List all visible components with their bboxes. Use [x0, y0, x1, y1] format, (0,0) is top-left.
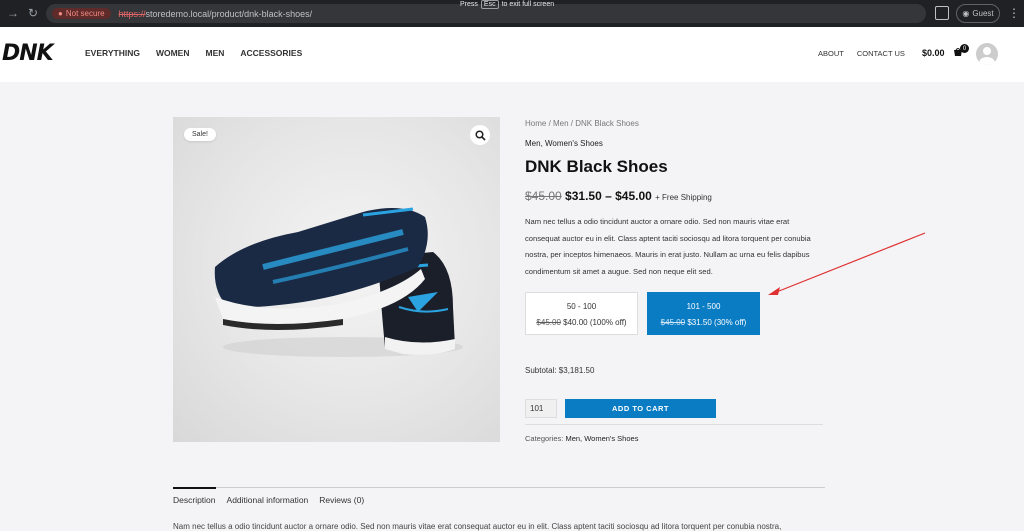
- nav-about[interactable]: ABOUT: [818, 49, 844, 58]
- avatar[interactable]: [976, 43, 998, 65]
- add-to-cart-button[interactable]: ADD TO CART: [565, 399, 716, 418]
- quantity-input[interactable]: [525, 399, 557, 418]
- main-nav: EVERYTHING WOMEN MEN ACCESSORIES: [85, 48, 302, 58]
- product-tabs: Description Additional information Revie…: [173, 487, 364, 505]
- more-menu-icon[interactable]: ⋮: [1008, 6, 1020, 20]
- browser-toolbar: → ↻ ● Not secure https://storedemo.local…: [0, 0, 1024, 27]
- tier-old-price: $45.00: [536, 318, 561, 327]
- zoom-button[interactable]: [470, 125, 490, 145]
- product-image[interactable]: Sale!: [173, 117, 500, 442]
- side-panel-icon[interactable]: [935, 6, 949, 20]
- url-text[interactable]: https://storedemo.local/product/dnk-blac…: [119, 9, 313, 19]
- nav-women[interactable]: WOMEN: [156, 48, 190, 58]
- secondary-nav: ABOUT CONTACT US: [818, 49, 905, 58]
- tier-new-price: $40.00 (100% off): [563, 318, 627, 327]
- tier-range: 50 - 100: [566, 302, 597, 311]
- annotation-arrow: [768, 232, 926, 295]
- tier-price: $45.00 $31.50 (30% off): [648, 318, 759, 327]
- divider: [525, 424, 823, 425]
- sale-badge: Sale!: [184, 128, 216, 141]
- shipping-note: + Free Shipping: [655, 193, 712, 202]
- shoe-illustration: [214, 207, 463, 357]
- subtotal: Subtotal: $3,181.50: [525, 366, 595, 375]
- tab-reviews[interactable]: Reviews (0): [319, 495, 364, 505]
- warning-icon: ●: [58, 9, 63, 18]
- person-icon: ◉: [962, 9, 970, 18]
- tier-option-50-100[interactable]: 50 - 100 $45.00 $40.00 (100% off): [525, 292, 638, 335]
- site-logo[interactable]: DNK: [2, 41, 54, 66]
- nav-everything[interactable]: EVERYTHING: [85, 48, 140, 58]
- tier-old-price: $45.00: [660, 318, 686, 327]
- tab-additional-information[interactable]: Additional information: [227, 495, 309, 505]
- nav-contact-us[interactable]: CONTACT US: [857, 49, 905, 58]
- tier-price: $45.00 $40.00 (100% off): [526, 318, 637, 327]
- tier-range: 101 - 500: [686, 302, 721, 311]
- product-price: $45.00 $31.50 – $45.00 + Free Shipping: [525, 189, 712, 203]
- tab-description[interactable]: Description: [173, 487, 216, 505]
- old-price: $45.00: [525, 189, 562, 203]
- search-icon: [474, 129, 486, 141]
- price-range: $31.50 – $45.00: [565, 189, 652, 203]
- breadcrumb[interactable]: Home / Men / DNK Black Shoes: [525, 119, 639, 128]
- forward-icon[interactable]: →: [2, 2, 24, 24]
- tab-description-text: Nam nec tellus a odio tincidunt auctor a…: [173, 522, 782, 531]
- nav-men[interactable]: MEN: [205, 48, 224, 58]
- product-meta: Categories: Men, Women's Shoes: [525, 434, 638, 443]
- security-badge[interactable]: ● Not secure: [52, 8, 111, 19]
- categories-label: Categories:: [525, 434, 564, 443]
- site-header: DNK EVERYTHING WOMEN MEN ACCESSORIES ABO…: [0, 27, 1024, 82]
- reload-icon[interactable]: ↻: [22, 2, 44, 24]
- tier-new-price: $31.50 (30% off): [687, 318, 747, 327]
- cart-total[interactable]: $0.00: [922, 48, 945, 58]
- page-title: DNK Black Shoes: [525, 157, 668, 176]
- categories-links[interactable]: Men, Women's Shoes: [565, 434, 638, 443]
- tier-option-101-500[interactable]: 101 - 500 $45.00 $31.50 (30% off): [647, 292, 760, 335]
- tabs-divider: [173, 487, 825, 488]
- nav-accessories[interactable]: ACCESSORIES: [240, 48, 302, 58]
- profile-button[interactable]: ◉ Guest: [956, 4, 1000, 23]
- product-categories-top[interactable]: Men, Women's Shoes: [525, 139, 603, 148]
- cart-count-badge: 0: [960, 44, 969, 53]
- fullscreen-hint: Press Esc to exit full screen: [460, 0, 555, 9]
